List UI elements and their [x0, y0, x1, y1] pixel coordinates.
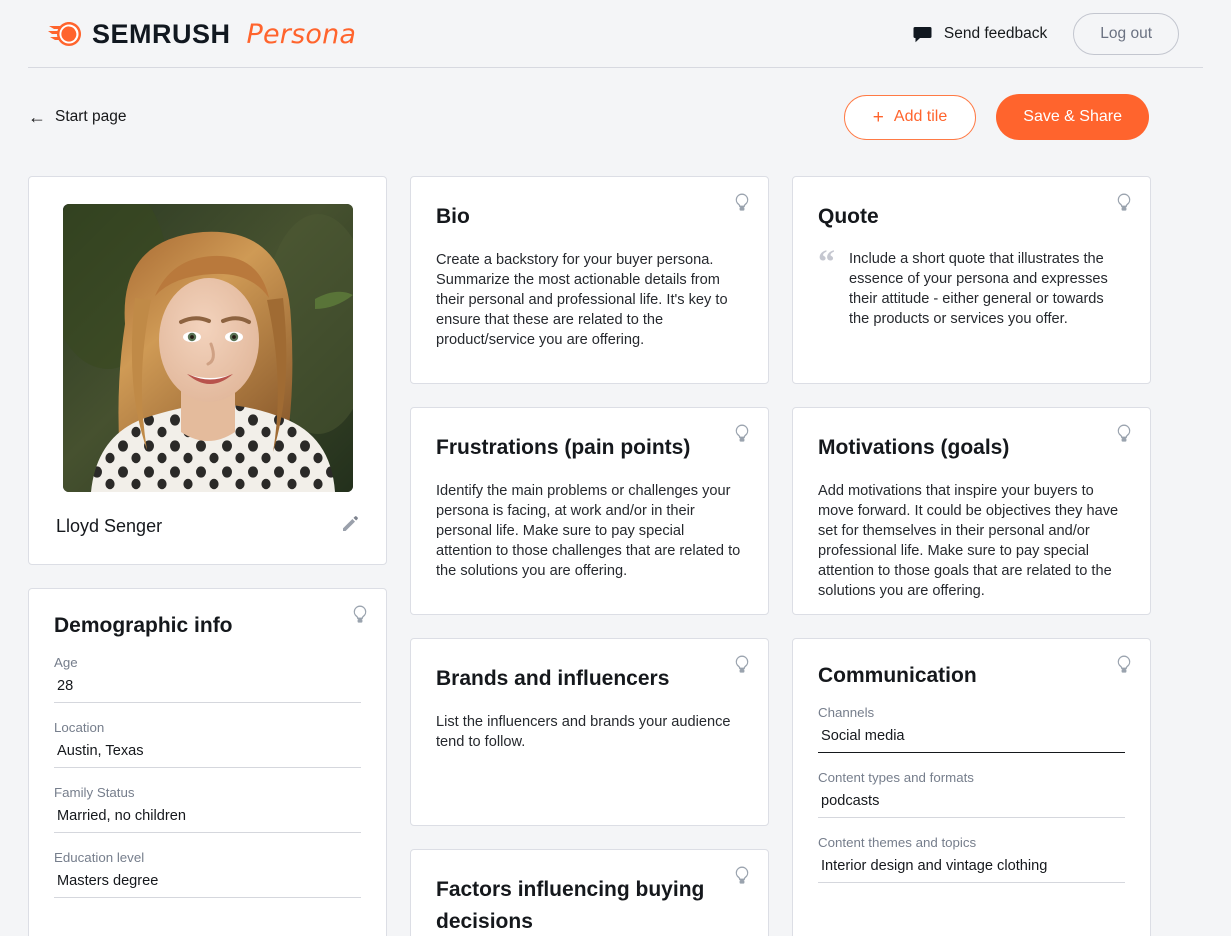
field-content-themes: Content themes and topics [818, 835, 1125, 883]
lightbulb-icon[interactable] [734, 424, 750, 449]
communication-title: Communication [818, 664, 1125, 688]
persona-card: Lloyd Senger [28, 176, 387, 565]
frustrations-tile: Frustrations (pain points) Identify the … [410, 407, 769, 615]
demographic-info-card: Demographic info Age Location Family Sta… [28, 588, 387, 936]
speech-bubble-icon [913, 26, 932, 43]
pencil-icon[interactable] [341, 515, 359, 538]
demographic-info-title: Demographic info [54, 614, 361, 638]
column-middle: Bio Create a backstory for your buyer pe… [410, 176, 769, 936]
field-label: Content themes and topics [818, 835, 1125, 850]
tile-board: Lloyd Senger Demographic [28, 176, 1151, 936]
semrush-comet-logo-icon [48, 18, 82, 50]
factors-influencing-buying-decisions-tile: Factors influencing buying decisions [410, 849, 769, 936]
frustrations-description[interactable]: Identify the main problems or challenges… [436, 481, 743, 581]
header-actions: Send feedback Log out [913, 13, 1179, 55]
content-themes-input[interactable] [818, 850, 1125, 883]
action-bar: ← Start page + Add tile Save & Share [0, 86, 1231, 148]
lightbulb-icon[interactable] [352, 605, 368, 630]
start-page-link[interactable]: ← Start page [28, 108, 127, 126]
bio-description[interactable]: Create a backstory for your buyer person… [436, 250, 743, 350]
action-bar-buttons: + Add tile Save & Share [844, 94, 1149, 140]
communication-card: Communication Channels Content types and… [792, 638, 1151, 936]
persona-portrait-image [63, 204, 353, 492]
top-header: SEMRUSH Persona Send feedback Log out [0, 0, 1231, 68]
header-divider [28, 67, 1203, 68]
persona-name-row: Lloyd Senger [56, 515, 359, 538]
communication-fields: Channels Content types and formats Conte… [818, 705, 1125, 883]
brand-logo[interactable]: SEMRUSH Persona [48, 18, 356, 50]
field-location: Location [54, 720, 361, 768]
plus-icon: + [873, 108, 884, 127]
column-right: Quote “ Include a short quote that illus… [792, 176, 1151, 936]
content-types-input[interactable] [818, 785, 1125, 818]
lightbulb-icon[interactable] [1116, 655, 1132, 680]
education-level-input[interactable] [54, 865, 361, 898]
frustrations-title: Frustrations (pain points) [436, 432, 743, 464]
field-education-level: Education level [54, 850, 361, 898]
motivations-tile: Motivations (goals) Add motivations that… [792, 407, 1151, 615]
quote-body: “ Include a short quote that illustrates… [818, 249, 1125, 329]
age-input[interactable] [54, 670, 361, 703]
lightbulb-icon[interactable] [1116, 424, 1132, 449]
lightbulb-icon[interactable] [734, 193, 750, 218]
logout-button[interactable]: Log out [1073, 13, 1179, 55]
channels-input[interactable] [818, 720, 1125, 753]
product-name: Persona [247, 19, 357, 50]
field-label: Location [54, 720, 361, 735]
save-and-share-button[interactable]: Save & Share [996, 94, 1149, 140]
bio-title: Bio [436, 201, 743, 233]
send-feedback-button[interactable]: Send feedback [913, 25, 1047, 43]
quote-tile: Quote “ Include a short quote that illus… [792, 176, 1151, 384]
field-family-status: Family Status [54, 785, 361, 833]
field-label: Content types and formats [818, 770, 1125, 785]
start-page-label: Start page [55, 108, 127, 126]
send-feedback-label: Send feedback [944, 25, 1047, 43]
bio-tile: Bio Create a backstory for your buyer pe… [410, 176, 769, 384]
family-status-input[interactable] [54, 800, 361, 833]
app-root: SEMRUSH Persona Send feedback Log out ← … [0, 0, 1231, 936]
persona-photo[interactable] [63, 204, 353, 492]
lightbulb-icon[interactable] [734, 866, 750, 891]
motivations-title: Motivations (goals) [818, 432, 1125, 464]
lightbulb-icon[interactable] [734, 655, 750, 680]
field-label: Channels [818, 705, 1125, 720]
location-input[interactable] [54, 735, 361, 768]
quotation-mark-icon: “ [818, 249, 835, 329]
field-content-types: Content types and formats [818, 770, 1125, 818]
quote-title: Quote [818, 201, 1125, 233]
factors-title: Factors influencing buying decisions [436, 874, 743, 936]
column-left: Lloyd Senger Demographic [28, 176, 387, 936]
field-label: Family Status [54, 785, 361, 800]
field-label: Age [54, 655, 361, 670]
brands-title: Brands and influencers [436, 663, 743, 695]
brand-name: SEMRUSH [92, 19, 231, 50]
motivations-description[interactable]: Add motivations that inspire your buyers… [818, 481, 1125, 601]
brands-description[interactable]: List the influencers and brands your aud… [436, 712, 743, 752]
arrow-left-icon: ← [28, 108, 46, 126]
demographic-fields: Age Location Family Status Education lev… [54, 655, 361, 898]
quote-description[interactable]: Include a short quote that illustrates t… [849, 249, 1125, 329]
add-tile-label: Add tile [894, 108, 947, 126]
add-tile-button[interactable]: + Add tile [844, 95, 976, 140]
lightbulb-icon[interactable] [1116, 193, 1132, 218]
brands-and-influencers-tile: Brands and influencers List the influenc… [410, 638, 769, 826]
persona-name: Lloyd Senger [56, 516, 162, 537]
field-label: Education level [54, 850, 361, 865]
field-age: Age [54, 655, 361, 703]
field-channels: Channels [818, 705, 1125, 753]
